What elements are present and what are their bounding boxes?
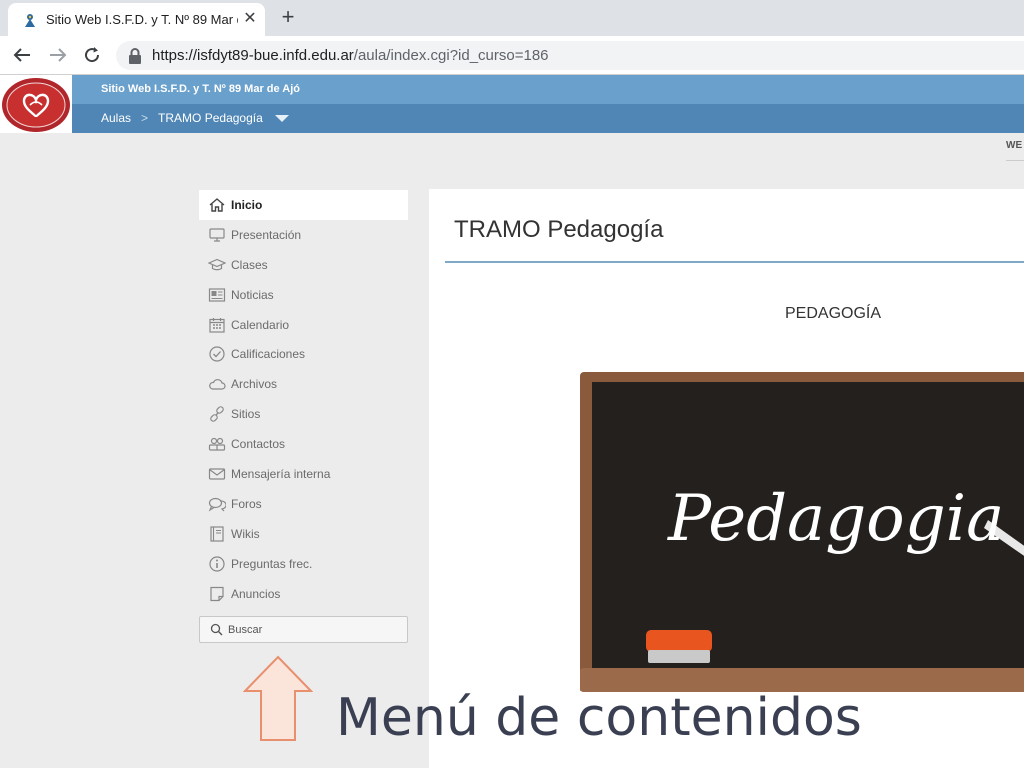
course-dropdown-caret-icon[interactable] xyxy=(274,114,289,122)
envelope-icon xyxy=(208,468,226,480)
breadcrumb-course[interactable]: TRAMO Pedagogía xyxy=(158,111,263,125)
cloud-icon xyxy=(209,379,226,390)
tab-title: Sitio Web I.S.F.D. y T. Nº 89 Mar d xyxy=(46,12,238,27)
menu-item-wikis[interactable]: Wikis xyxy=(199,519,408,549)
browser-toolbar: https://isfdyt89-bue.infd.edu.ar/aula/in… xyxy=(0,36,1024,75)
browser-tab[interactable]: Sitio Web I.S.F.D. y T. Nº 89 Mar d ✕ xyxy=(8,3,265,36)
link-icon xyxy=(210,406,224,422)
menu-item-label: Anuncios xyxy=(231,586,281,601)
menu-item-sitios[interactable]: Sitios xyxy=(199,399,408,429)
menu-item-label: Mensajería interna xyxy=(231,466,331,481)
home-icon xyxy=(209,198,225,212)
lock-icon xyxy=(129,48,141,64)
subject-heading: PEDAGOGÍA xyxy=(785,305,882,322)
graduation-cap-icon xyxy=(208,258,226,271)
search-input[interactable]: Buscar xyxy=(199,616,408,643)
people-icon xyxy=(208,437,226,451)
chalkboard-image: Pedagogia xyxy=(580,372,1024,692)
up-arrow-icon xyxy=(243,655,313,741)
back-arrow-icon[interactable] xyxy=(10,43,34,67)
url-text: https://isfdyt89-bue.infd.edu.ar/aula/in… xyxy=(152,47,549,64)
newspaper-icon xyxy=(208,288,226,302)
menu-item-label: Sitios xyxy=(231,407,261,422)
menu-item-inicio[interactable]: Inicio xyxy=(199,190,408,220)
menu-item-label: Inicio xyxy=(231,197,263,212)
forward-arrow-icon[interactable] xyxy=(46,43,70,67)
title-divider xyxy=(445,261,1024,263)
menu-item-noticias[interactable]: Noticias xyxy=(199,280,408,310)
main-content-panel: TRAMO Pedagogía PEDAGOGÍA Pedagogia xyxy=(429,189,1024,768)
reload-icon[interactable] xyxy=(80,43,104,67)
menu-item-presentacion[interactable]: Presentación xyxy=(199,220,408,250)
url-host: https://isfdyt89-bue.infd.edu.ar xyxy=(152,47,354,64)
breadcrumb: Aulas > TRAMO Pedagogía xyxy=(101,111,289,125)
menu-item-label: Calificaciones xyxy=(231,347,306,362)
menu-item-mensajeria[interactable]: Mensajería interna xyxy=(199,459,408,489)
monitor-icon xyxy=(209,228,225,242)
menu-item-archivos[interactable]: Archivos xyxy=(199,369,408,399)
check-circle-icon xyxy=(209,346,225,362)
annotation-caption: Menú de contenidos xyxy=(336,688,862,748)
new-tab-icon[interactable]: + xyxy=(277,6,299,28)
menu-item-calendario[interactable]: Calendario xyxy=(199,310,408,340)
menu-item-label: Contactos xyxy=(231,437,286,452)
note-icon xyxy=(210,586,224,601)
menu-item-contactos[interactable]: Contactos xyxy=(199,429,408,459)
chat-bubbles-icon xyxy=(208,497,226,512)
menu-item-foros[interactable]: Foros xyxy=(199,489,408,519)
menu-item-anuncios[interactable]: Anuncios xyxy=(199,579,408,609)
search-placeholder: Buscar xyxy=(228,623,263,636)
menu-item-label: Calendario xyxy=(231,317,290,332)
breadcrumb-aulas[interactable]: Aulas xyxy=(101,111,131,125)
chalkboard-text: Pedagogia xyxy=(667,482,1004,556)
url-path: /aula/index.cgi?id_curso=186 xyxy=(353,47,549,64)
menu-item-label: Clases xyxy=(231,257,268,272)
menu-item-calificaciones[interactable]: Calificaciones xyxy=(199,339,408,369)
menu-item-label: Foros xyxy=(231,496,262,511)
site-favicon-icon xyxy=(25,14,35,27)
course-side-menu: Inicio Presentación Clases Noticias Cale… xyxy=(199,190,408,608)
site-title[interactable]: Sitio Web I.S.F.D. y T. Nº 89 Mar de Ajó xyxy=(101,83,300,95)
institute-logo[interactable] xyxy=(0,75,72,133)
page-title: TRAMO Pedagogía xyxy=(454,216,664,243)
breadcrumb-separator-icon: > xyxy=(141,111,149,125)
top-right-label[interactable]: WE xyxy=(1006,140,1022,151)
address-bar[interactable]: https://isfdyt89-bue.infd.edu.ar/aula/in… xyxy=(116,41,1024,70)
menu-item-preguntas[interactable]: Preguntas frec. xyxy=(199,549,408,579)
menu-item-label: Wikis xyxy=(231,526,260,541)
tab-close-icon[interactable]: ✕ xyxy=(240,9,260,29)
info-icon xyxy=(209,556,225,572)
browser-tab-strip: Sitio Web I.S.F.D. y T. Nº 89 Mar d ✕ + xyxy=(0,0,1024,36)
calendar-icon xyxy=(209,317,225,333)
menu-item-clases[interactable]: Clases xyxy=(199,250,408,280)
menu-item-label: Noticias xyxy=(231,287,274,302)
menu-item-label: Archivos xyxy=(231,377,278,392)
divider xyxy=(1006,160,1024,161)
menu-item-label: Preguntas frec. xyxy=(231,556,313,571)
search-icon xyxy=(210,623,223,636)
site-header: Sitio Web I.S.F.D. y T. Nº 89 Mar de Ajó… xyxy=(0,75,1024,133)
menu-item-label: Presentación xyxy=(231,227,302,242)
book-icon xyxy=(210,526,224,542)
